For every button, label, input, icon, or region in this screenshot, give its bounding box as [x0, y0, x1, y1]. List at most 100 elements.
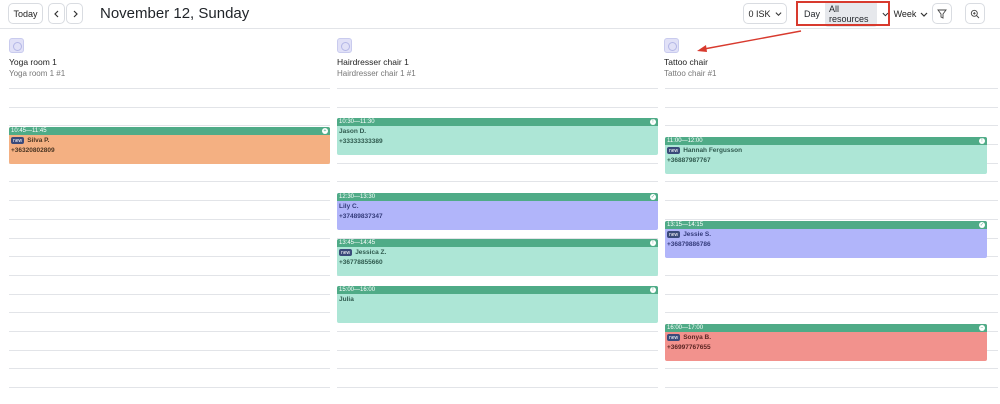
event-phone: +33333333389 [339, 138, 383, 145]
status-icon: + [322, 128, 328, 134]
time-slot-line [9, 125, 330, 126]
event-hannah[interactable]: 11:00—12:00! new Hannah Fergusson +368879… [665, 137, 987, 174]
filter-button[interactable] [932, 3, 952, 24]
chevron-down-icon [920, 12, 928, 17]
event-silva[interactable]: 10:45—11:45 + new Silva P. +36320802809 [9, 127, 330, 164]
resource-icon [664, 38, 679, 53]
resource-header-yoga[interactable]: Yoga room 1 Yoga room 1 #1 [9, 38, 65, 78]
resource-name: Yoga room 1 [9, 57, 57, 67]
resource-sub: Tattoo chair #1 [664, 69, 717, 78]
time-slot-line [337, 331, 658, 332]
time-slot-line [9, 256, 330, 257]
event-client-name: Sonya B. [683, 334, 711, 341]
currency-label: 0 ISK [748, 8, 771, 19]
currency-button[interactable]: 0 ISK [743, 3, 787, 24]
date-title: November 12, Sunday [100, 5, 250, 22]
resource-sub: Hairdresser chair 1 #1 [337, 69, 416, 78]
chevron-down-icon [775, 12, 781, 16]
time-slot-line [9, 88, 330, 89]
time-slot-line [337, 163, 658, 164]
time-slot-line [665, 387, 998, 388]
time-slot-line [665, 294, 998, 295]
time-slot-line [9, 200, 330, 201]
minus-icon: − [979, 325, 985, 331]
resource-icon [337, 38, 352, 53]
event-client-name: Lily C. [339, 203, 359, 210]
toolbar: Today November 12, Sunday 0 ISK Day All … [0, 0, 1000, 28]
time-slot-line [337, 181, 658, 182]
status-icon: ! [979, 138, 985, 144]
time-slot-line [337, 88, 658, 89]
event-time-bar: 15:00—16:00! [337, 286, 658, 294]
time-slot-line [9, 219, 330, 220]
resource-header-tattoo[interactable]: Tattoo chair Tattoo chair #1 [664, 38, 716, 78]
event-time: 15:00—16:00 [339, 287, 376, 293]
new-badge: new [339, 249, 353, 256]
toolbar-divider [0, 28, 1000, 29]
event-sonya[interactable]: 16:00—17:00 − new Sonya B. +36997767655 [665, 324, 987, 361]
event-jason[interactable]: 10:30—11:30! Jason D. +33333333389 [337, 118, 658, 155]
event-time-bar: 13:15—14:15 ✓ [665, 221, 987, 229]
event-time: 10:30—11:30 [339, 119, 375, 125]
event-client-name: Julia [339, 296, 354, 303]
event-time-bar: 11:00—12:00! [665, 137, 987, 145]
time-slot-line [665, 125, 998, 126]
next-button[interactable] [66, 3, 83, 24]
event-phone: +36879886786 [667, 241, 711, 248]
time-slot-line [9, 181, 330, 182]
event-time-bar: 10:30—11:30! [337, 118, 658, 126]
resource-header-hairdresser[interactable]: Hairdresser chair 1 Hairdresser chair 1 … [337, 38, 416, 78]
event-jessica[interactable]: 13:45—14:45! new Jessica Z. +36778855660 [337, 239, 658, 276]
time-slot-line [665, 107, 998, 108]
event-client-name: Hannah Fergusson [683, 147, 743, 154]
today-button[interactable]: Today [8, 3, 43, 24]
time-slot-line [337, 387, 658, 388]
time-slot-line [337, 368, 658, 369]
event-time-bar: 13:45—14:45! [337, 239, 658, 247]
resource-name: Hairdresser chair 1 [337, 57, 409, 67]
time-slot-line [9, 331, 330, 332]
check-icon: ✓ [979, 222, 985, 228]
time-slot-line [9, 107, 330, 108]
zoom-button[interactable] [965, 3, 985, 24]
check-icon: ✓ [650, 194, 656, 200]
prev-button[interactable] [48, 3, 65, 24]
time-slot-line [665, 200, 998, 201]
resource-sub: Yoga room 1 #1 [9, 69, 66, 78]
annotation-highlight-box [796, 1, 890, 26]
time-slot-line [9, 312, 330, 313]
event-time: 11:00—12:00 [667, 138, 703, 144]
event-jessie[interactable]: 13:15—14:15 ✓ new Jessie S. +36879886786 [665, 221, 987, 258]
zoom-icon [970, 9, 980, 18]
event-time-bar: 12:30—13:30 ✓ [337, 193, 658, 201]
chevron-left-icon [53, 10, 58, 17]
event-lily[interactable]: 12:30—13:30 ✓ Lily C. +37489837347 [337, 193, 658, 230]
time-slot-line [9, 275, 330, 276]
time-slot-line [665, 312, 998, 313]
view-dropdown[interactable]: Week [893, 3, 929, 24]
time-slot-line [337, 350, 658, 351]
event-client-name: Jason D. [339, 128, 367, 135]
new-badge: new [667, 231, 681, 238]
event-phone: +36320802809 [11, 147, 55, 154]
time-slot-line [9, 368, 330, 369]
new-badge: new [667, 334, 681, 341]
event-phone: +37489837347 [339, 213, 383, 220]
status-icon: ! [650, 287, 656, 293]
event-time: 16:00—17:00 [667, 325, 704, 331]
time-slot-line [665, 275, 998, 276]
new-badge: new [11, 137, 25, 144]
resource-name: Tattoo chair [664, 57, 708, 67]
status-icon: ! [650, 240, 656, 246]
time-slot-line [9, 238, 330, 239]
status-icon: ! [650, 119, 656, 125]
time-slot-line [665, 181, 998, 182]
time-slot-line [337, 107, 658, 108]
time-slot-line [9, 350, 330, 351]
event-time: 13:45—14:45 [339, 240, 376, 246]
event-client-name: Jessie S. [683, 231, 712, 238]
new-badge: new [667, 147, 681, 154]
event-julia[interactable]: 15:00—16:00! Julia [337, 286, 658, 323]
time-slot-line [9, 294, 330, 295]
event-client-name: Silva P. [27, 137, 50, 144]
